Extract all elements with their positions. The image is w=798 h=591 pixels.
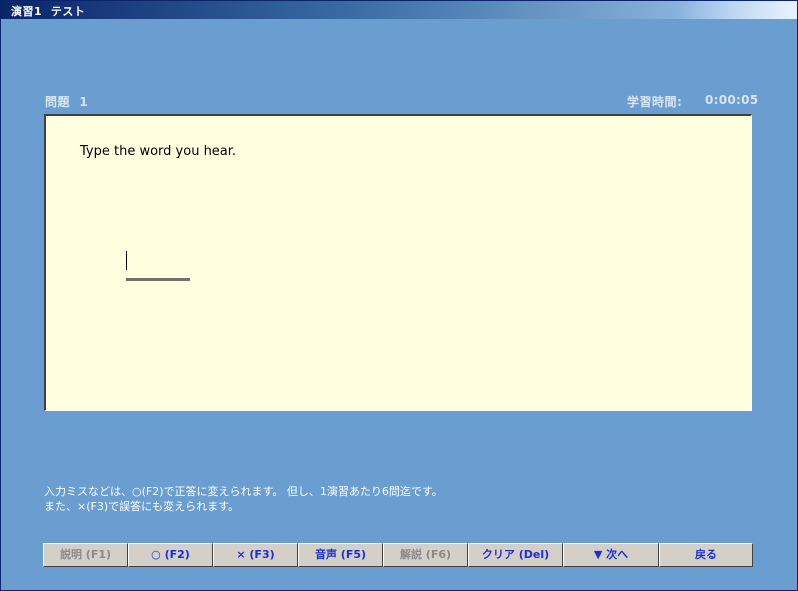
title-bar-gradient — [677, 1, 797, 19]
commentary-button[interactable]: 解説 (F6) — [383, 543, 468, 567]
next-button[interactable]: ▼ 次へ — [563, 543, 659, 567]
app-window: 演習1 テスト 問題 1 学習時間: 0:00:05 Type the word… — [0, 0, 798, 591]
instruction-note-1: 入力ミスなどは、○(F2)で正答に変えられます。 但し、1演習あたり6問迄です。 — [44, 485, 443, 498]
clear-button[interactable]: クリア (Del) — [468, 543, 563, 567]
study-time-value: 0:00:05 — [705, 93, 759, 107]
study-time-label: 学習時間: — [627, 95, 683, 109]
explain-button[interactable]: 説明 (F1) — [43, 543, 128, 567]
back-button[interactable]: 戻る — [659, 543, 753, 567]
title-bar[interactable]: 演習1 テスト — [1, 1, 797, 19]
window-title: 演習1 テスト — [11, 5, 86, 18]
play-audio-button[interactable]: 音声 (F5) — [298, 543, 383, 567]
instruction-note-2: また、×(F3)で誤答にも変えられます。 — [44, 500, 240, 513]
mark-correct-button[interactable]: ○ (F2) — [128, 543, 213, 567]
text-caret — [126, 251, 127, 270]
question-prompt: Type the word you hear. — [80, 144, 237, 159]
answer-input[interactable] — [126, 249, 190, 281]
mark-wrong-button[interactable]: × (F3) — [213, 543, 298, 567]
question-panel: Type the word you hear. — [44, 114, 752, 411]
question-number: 問題 1 — [45, 95, 89, 109]
